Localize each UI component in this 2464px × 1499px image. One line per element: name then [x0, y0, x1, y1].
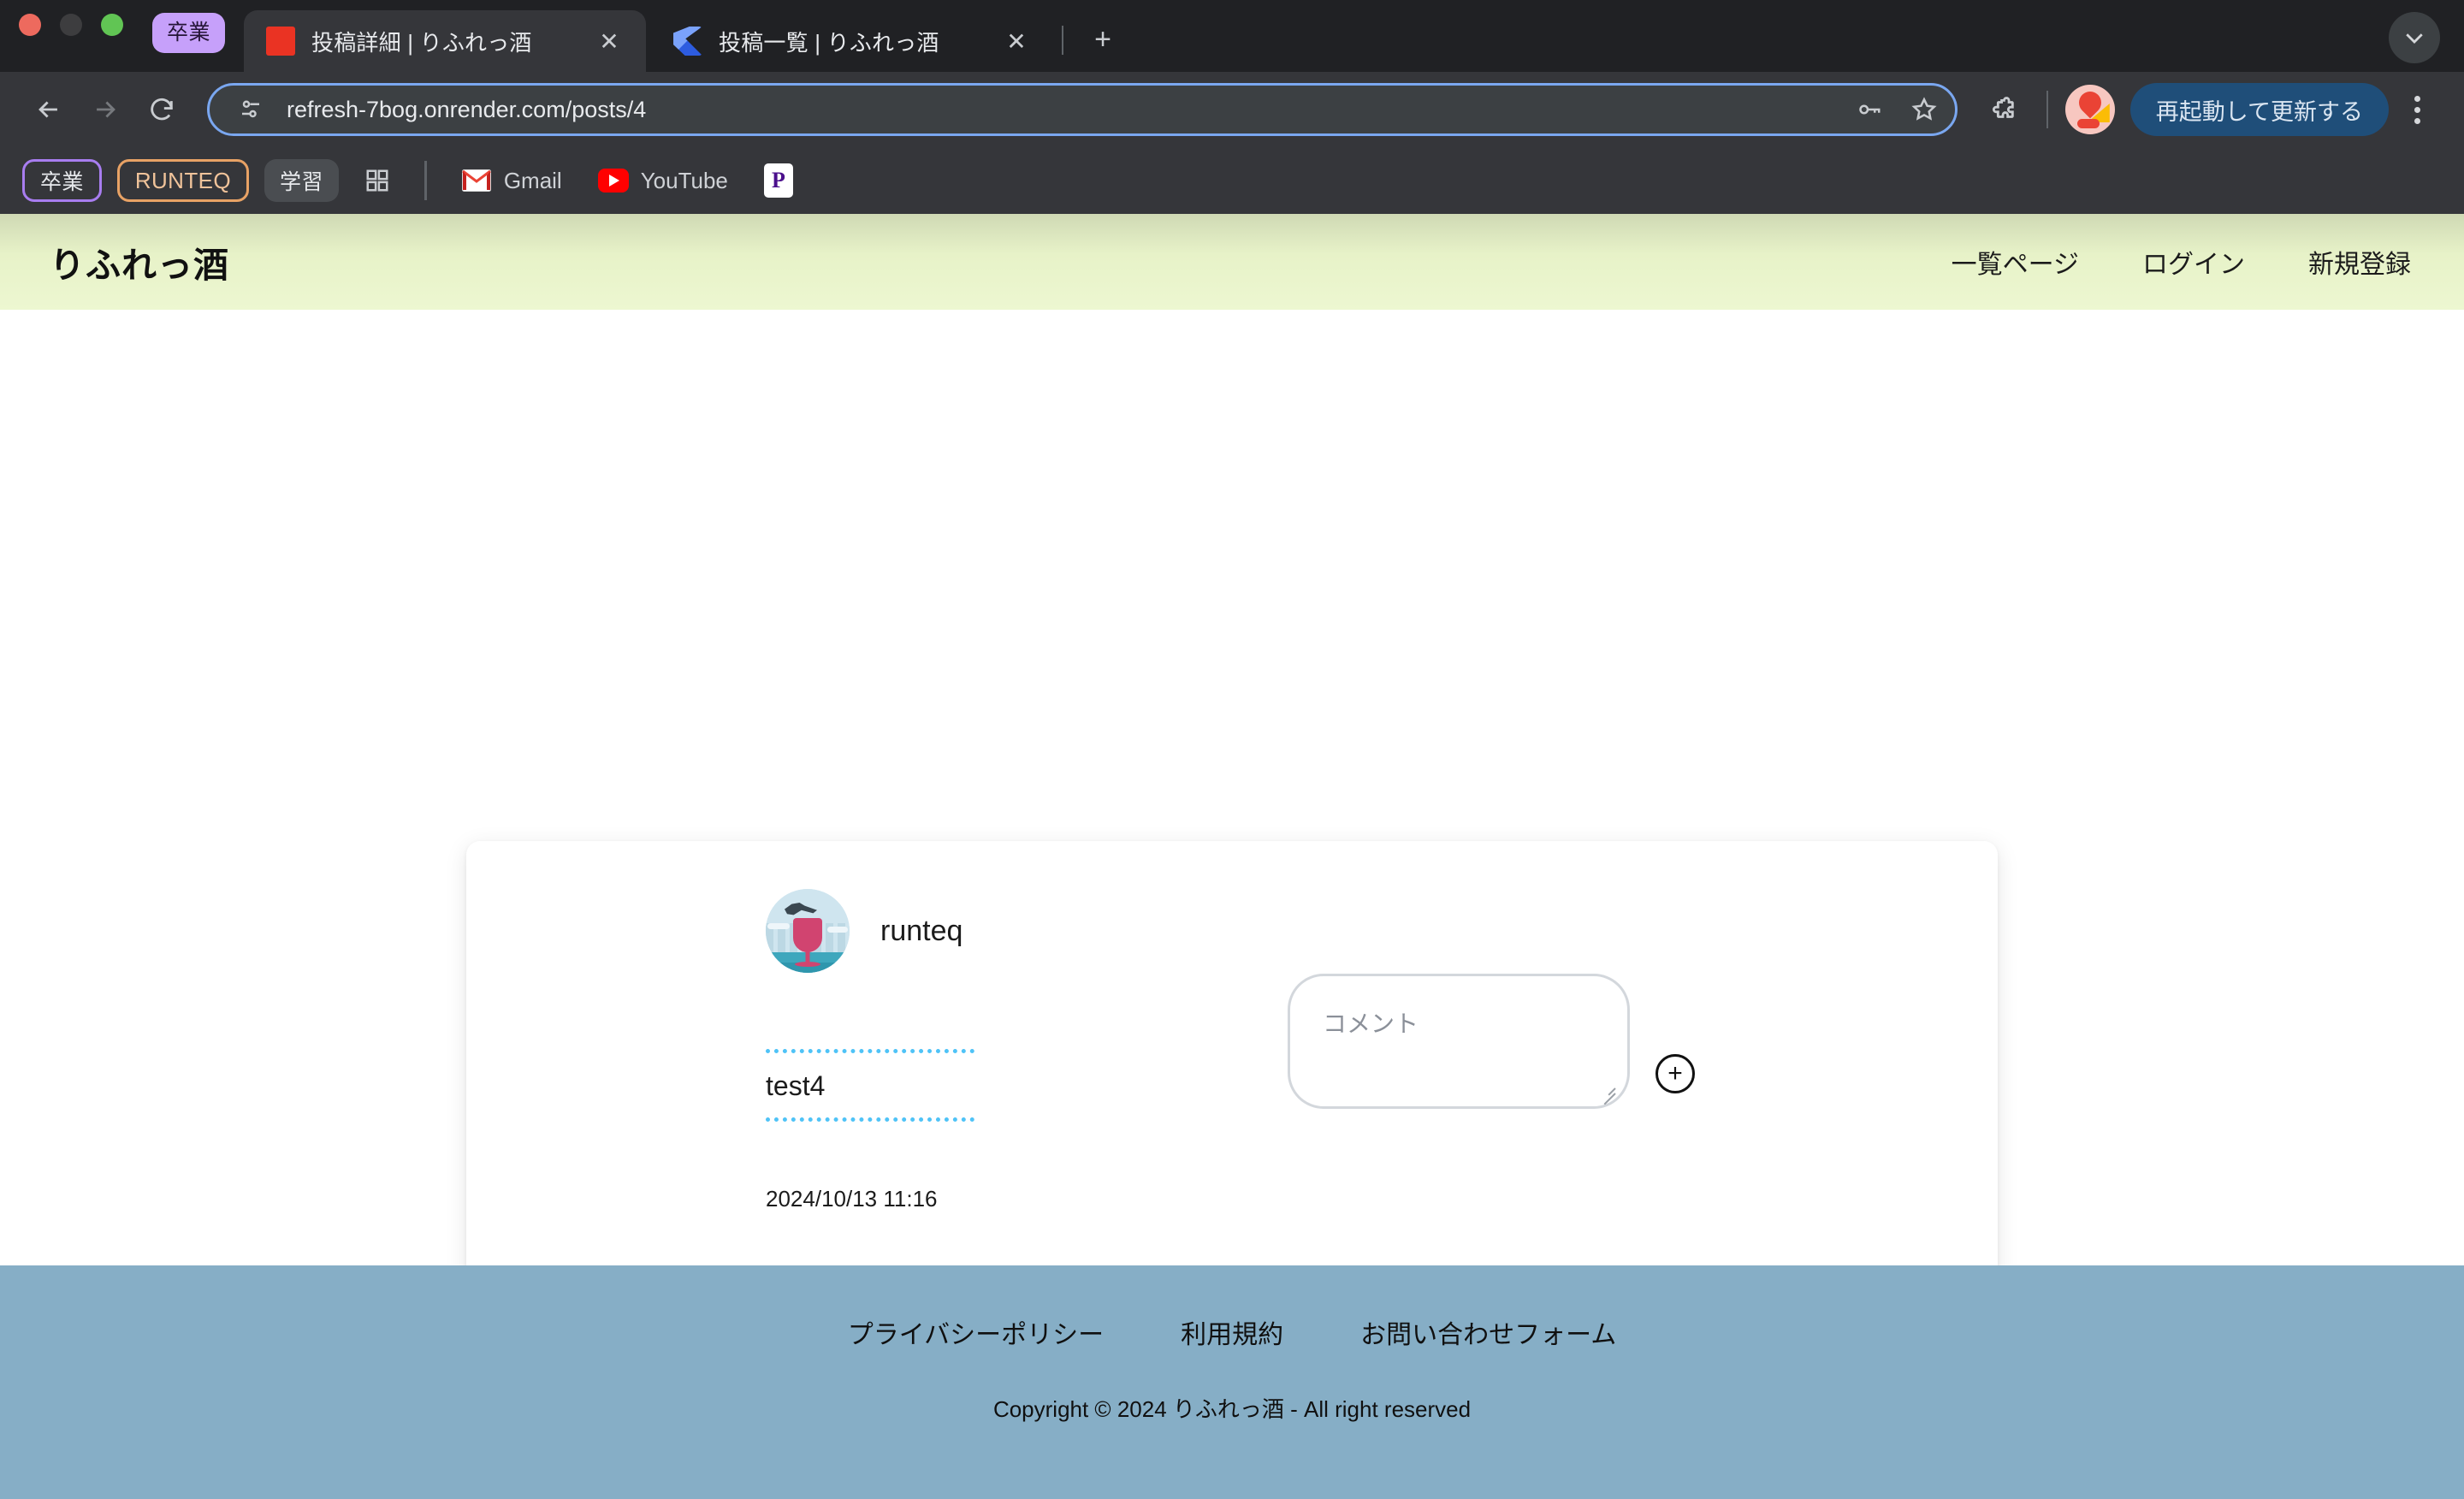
browser-tab-title: 投稿一覧 | りふれっ酒 [719, 29, 939, 56]
browser-tab-title: 投稿詳細 | りふれっ酒 [311, 29, 532, 56]
p-icon: P [763, 163, 793, 198]
kebab-menu-icon[interactable] [2392, 83, 2442, 136]
footer-link-contact-form[interactable]: お問い合わせフォーム [1360, 1313, 1616, 1351]
comment-form: コメント + [1288, 974, 1695, 1109]
profile-mouth-shape [2076, 119, 2100, 128]
address-bar[interactable]: refresh-7bog.onrender.com/posts/4 [207, 83, 1958, 136]
blue-flag-favicon-icon [673, 27, 703, 56]
browser-window: 卒業 投稿詳細 | りふれっ酒 ✕ 投稿一覧 | りふれっ酒 ✕ + refre… [0, 0, 2464, 1499]
gmail-icon [461, 165, 492, 196]
extensions-icon[interactable] [1976, 83, 2029, 136]
grid-icon[interactable] [354, 159, 400, 202]
browser-tab-inactive[interactable]: 投稿一覧 | りふれっ酒 ✕ [651, 10, 1053, 72]
bookmark-gmail[interactable]: Gmail [451, 159, 572, 202]
bookmark-p-app[interactable]: P [754, 159, 803, 202]
post-author: runteq [766, 889, 962, 973]
footer-links: プライバシーポリシー 利用規約 お問い合わせフォーム [848, 1313, 1617, 1351]
browser-tab-active[interactable]: 投稿詳細 | りふれっ酒 ✕ [244, 10, 647, 72]
close-tab-button[interactable]: ✕ [591, 23, 627, 59]
nav-link-signup[interactable]: 新規登録 [2308, 243, 2411, 281]
nav-link-list-page[interactable]: 一覧ページ [1952, 243, 2079, 281]
footer-link-terms-of-use[interactable]: 利用規約 [1181, 1313, 1283, 1351]
post-body-text: test4 [766, 1070, 826, 1101]
post-detail-card: runteq test4 2024/10/13 11:16 コメント + [466, 841, 1998, 1308]
page-body: runteq test4 2024/10/13 11:16 コメント + プライ… [0, 310, 2464, 1499]
maximize-window-button[interactable] [101, 14, 123, 36]
bookmark-label: YouTube [640, 167, 728, 193]
site-brand[interactable]: りふれっ酒 [50, 236, 229, 287]
nav-link-login[interactable]: ログイン [2142, 243, 2245, 281]
bookmarks-divider [424, 161, 427, 200]
window-traffic-lights [19, 0, 123, 72]
browser-toolbar: refresh-7bog.onrender.com/posts/4 再起動して更… [0, 72, 2464, 147]
site-navigation: 一覧ページ ログイン 新規登録 [1952, 243, 2411, 281]
site-header: りふれっ酒 一覧ページ ログイン 新規登録 [0, 214, 2464, 310]
post-content-block: test4 [766, 1049, 974, 1122]
url-text: refresh-7bog.onrender.com/posts/4 [287, 96, 647, 122]
close-window-button[interactable] [19, 14, 41, 36]
toolbar-divider [2046, 91, 2048, 128]
youtube-icon [597, 165, 629, 196]
post-author-name: runteq [880, 914, 963, 947]
profile-avatar[interactable] [2064, 85, 2115, 134]
resize-handle-icon[interactable] [1598, 1079, 1617, 1098]
key-icon[interactable] [1851, 91, 1888, 128]
tab-strip: 卒業 投稿詳細 | りふれっ酒 ✕ 投稿一覧 | りふれっ酒 ✕ + [0, 0, 2464, 72]
post-timestamp: 2024/10/13 11:16 [766, 1186, 938, 1212]
tune-icon[interactable] [232, 91, 270, 128]
bookmark-folder-runteq[interactable]: RUNTEQ [116, 159, 249, 202]
tab-group-chip[interactable]: 卒業 [152, 13, 226, 53]
forward-button[interactable] [79, 83, 132, 136]
site-footer: プライバシーポリシー 利用規約 お問い合わせフォーム Copyright © 2… [0, 1265, 2464, 1499]
tab-divider [1062, 26, 1064, 55]
footer-link-privacy-policy[interactable]: プライバシーポリシー [848, 1313, 1104, 1351]
comment-input[interactable]: コメント [1288, 974, 1630, 1109]
minimize-window-button[interactable] [60, 14, 82, 36]
dotted-rule-bottom [766, 1117, 974, 1122]
star-icon[interactable] [1905, 91, 1943, 128]
new-tab-button[interactable]: + [1079, 15, 1127, 63]
update-button[interactable]: 再起動して更新する [2129, 83, 2389, 136]
chevron-down-icon[interactable] [2389, 12, 2440, 63]
bookmark-folder-gakushu[interactable]: 学習 [264, 159, 339, 202]
bookmarks-bar: 卒業 RUNTEQ 学習 Gmail YouTube P [0, 147, 2464, 214]
plus-circle-icon[interactable]: + [1656, 1054, 1695, 1093]
bookmark-folder-sotsugyo[interactable]: 卒業 [22, 159, 102, 202]
back-button[interactable] [22, 83, 75, 136]
bookmark-youtube[interactable]: YouTube [588, 159, 738, 202]
wine-glass-avatar-icon [766, 889, 850, 973]
reload-button[interactable] [135, 83, 188, 136]
page-viewport: りふれっ酒 一覧ページ ログイン 新規登録 runteq test4 2024/… [0, 214, 2464, 1499]
bookmark-label: Gmail [503, 167, 562, 193]
footer-copyright: Copyright © 2024 りふれっ酒 - All right reser… [992, 1396, 1472, 1422]
red-square-favicon-icon [266, 27, 296, 56]
close-tab-button[interactable]: ✕ [998, 23, 1034, 59]
